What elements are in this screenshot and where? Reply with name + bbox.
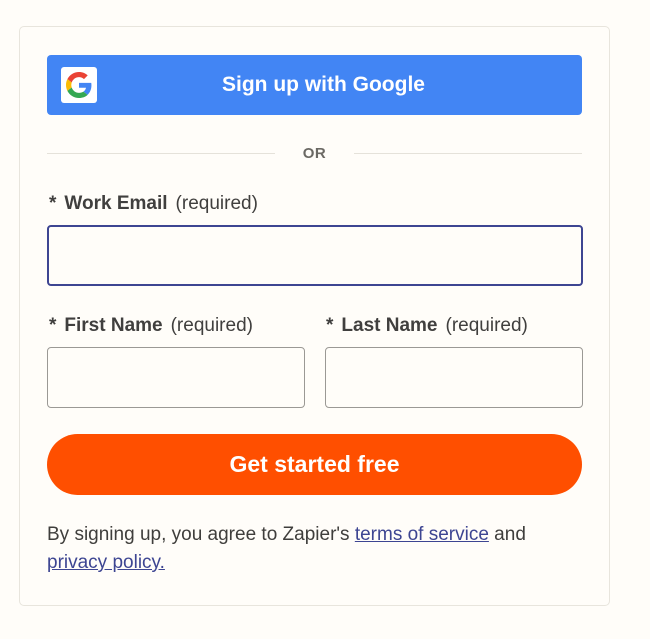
- required-text: (required): [175, 193, 258, 214]
- first-name-label-text: First Name: [64, 315, 163, 336]
- last-name-label-text: Last Name: [341, 315, 438, 336]
- work-email-label-text: Work Email: [64, 193, 168, 214]
- work-email-label: * Work Email (required): [49, 193, 258, 215]
- required-star: *: [49, 193, 57, 214]
- required-star: *: [326, 315, 334, 336]
- last-name-label: * Last Name (required): [326, 315, 528, 337]
- work-email-input[interactable]: [47, 225, 583, 286]
- last-name-input[interactable]: [325, 347, 583, 408]
- get-started-button[interactable]: Get started free: [47, 434, 582, 495]
- or-text: OR: [302, 145, 327, 162]
- terms-of-service-link[interactable]: terms of service: [355, 524, 489, 545]
- google-signup-label: Sign up with Google: [222, 73, 425, 96]
- legal-text: By signing up, you agree to Zapier's ter…: [47, 521, 587, 577]
- or-divider: OR: [47, 142, 582, 166]
- divider-line-right: [354, 153, 582, 154]
- required-text: (required): [445, 315, 528, 336]
- first-name-input[interactable]: [47, 347, 305, 408]
- first-name-label: * First Name (required): [49, 315, 253, 337]
- privacy-policy-link[interactable]: privacy policy.: [47, 552, 165, 573]
- legal-middle: and: [488, 524, 526, 545]
- signup-card: Sign up with Google OR * Work Email (requi…: [19, 26, 610, 606]
- google-signup-button[interactable]: Sign up with Google: [47, 55, 582, 115]
- legal-prefix: By signing up, you agree to Zapier's: [47, 524, 355, 545]
- required-text: (required): [170, 315, 253, 336]
- required-star: *: [49, 315, 57, 336]
